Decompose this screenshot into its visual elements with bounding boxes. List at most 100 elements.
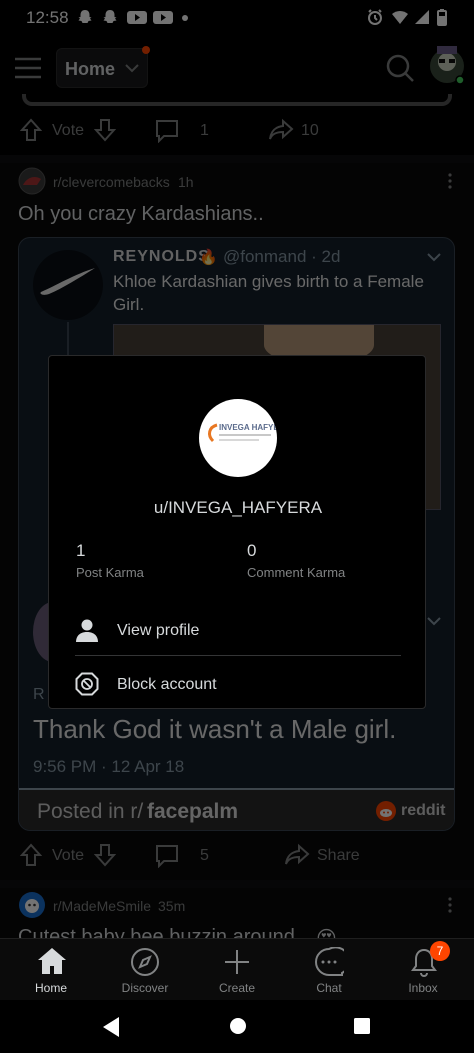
subreddit-name[interactable]: r/clevercomebacks xyxy=(53,174,170,190)
reply-timestamp: 9:56 PM · 12 Apr 18 xyxy=(33,757,185,776)
reply-text: Thank God it wasn't a Male girl. xyxy=(33,714,397,744)
comment-icon[interactable] xyxy=(155,844,179,868)
nav-create[interactable]: Create xyxy=(190,939,284,1001)
previous-post-media-edge xyxy=(22,94,452,106)
system-navigation-bar xyxy=(0,1000,474,1053)
battery-icon xyxy=(437,9,447,26)
nav-chat[interactable]: Chat xyxy=(282,939,376,1001)
nav-chat-label: Chat xyxy=(316,981,342,995)
tweet-handle: @fonmand · 2d xyxy=(223,247,341,266)
view-profile-button[interactable]: View profile xyxy=(69,608,409,654)
home-button-icon[interactable] xyxy=(228,1016,248,1036)
compass-icon xyxy=(131,948,159,976)
tweet-text: Khloe Kardashian gives birth to a Female… xyxy=(113,272,424,314)
upvote-icon[interactable] xyxy=(20,843,42,867)
heart-eyes-emoji-icon: 😍 xyxy=(316,926,337,938)
post-divider xyxy=(0,880,474,888)
status-bar: 12:58 xyxy=(0,0,474,36)
chevron-down-icon xyxy=(125,64,139,73)
view-profile-label: View profile xyxy=(117,622,200,639)
subreddit-avatar[interactable] xyxy=(18,167,46,195)
share-icon[interactable] xyxy=(284,843,310,867)
block-account-button[interactable]: Block account xyxy=(69,662,409,706)
more-options-icon[interactable] xyxy=(446,172,454,190)
snapchat-icon xyxy=(103,10,117,23)
posted-in-subreddit: facepalm xyxy=(147,800,239,823)
plus-icon xyxy=(225,950,249,974)
comment-count: 1 xyxy=(200,122,209,139)
reddit-brand-text: reddit xyxy=(401,802,446,819)
posted-in-prefix: Posted in r/ xyxy=(37,800,144,823)
youtube-icon xyxy=(127,11,147,24)
youtube-icon xyxy=(153,11,173,24)
reply-author-initial: R xyxy=(33,686,45,703)
comment-karma-label: Comment Karma xyxy=(247,565,346,580)
user-icon xyxy=(76,619,98,642)
post-age: 35m xyxy=(158,898,186,914)
inbox-badge: 7 xyxy=(430,941,450,961)
wifi-icon xyxy=(392,11,408,24)
avatar-brand-text: INVEGA HAFYERA xyxy=(219,423,277,432)
brand-mark-icon xyxy=(208,423,218,443)
posted-in-bar: Posted in r/ facepalm reddit xyxy=(19,790,454,830)
back-icon[interactable] xyxy=(101,1016,121,1038)
user-avatar[interactable] xyxy=(428,40,466,88)
avatar-text-line xyxy=(219,434,271,436)
comment-count: 5 xyxy=(200,847,209,864)
snapchat-icon xyxy=(78,10,92,23)
subreddit-name[interactable]: r/MadeMeSmile xyxy=(53,898,151,914)
notification-dot-icon xyxy=(182,15,188,21)
popup-user-avatar[interactable]: INVEGA HAFYERA xyxy=(199,399,277,477)
vote-label: Vote xyxy=(52,122,85,139)
menu-divider xyxy=(75,655,401,656)
share-count: 10 xyxy=(301,122,319,139)
notification-dot xyxy=(142,46,150,54)
comment-icon[interactable] xyxy=(155,119,179,143)
bottom-navigation: Home Discover Create Chat 7 Inbox xyxy=(0,938,474,1000)
next-post-card[interactable]: r/MadeMeSmile 35m Cutest baby bee buzzin… xyxy=(0,888,474,938)
feed-selector-label: Home xyxy=(65,59,116,79)
home-icon xyxy=(38,948,66,974)
nav-inbox[interactable]: 7 Inbox xyxy=(376,939,470,1001)
feed-selector-dropdown[interactable]: Home xyxy=(56,48,148,88)
block-icon xyxy=(75,672,99,696)
popup-username: u/INVEGA_HAFYERA xyxy=(153,498,323,517)
post-age: 1h xyxy=(178,174,194,190)
user-profile-popup: INVEGA HAFYERA u/INVEGA_HAFYERA 1 Post K… xyxy=(48,355,426,709)
signal-icon xyxy=(415,10,429,24)
downvote-icon[interactable] xyxy=(94,843,116,867)
search-icon[interactable] xyxy=(385,53,415,83)
chat-icon xyxy=(315,947,344,976)
post-karma-label: Post Karma xyxy=(76,565,144,580)
chevron-down-icon xyxy=(427,253,441,262)
nav-inbox-label: Inbox xyxy=(408,981,438,995)
post-divider xyxy=(0,155,474,163)
share-icon[interactable] xyxy=(268,118,294,142)
downvote-icon[interactable] xyxy=(94,118,116,142)
upvote-icon[interactable] xyxy=(20,118,42,142)
avatar-text-line xyxy=(219,439,259,441)
block-account-label: Block account xyxy=(117,676,217,693)
post-karma-value: 1 xyxy=(76,541,86,560)
alarm-icon xyxy=(368,9,382,25)
share-label[interactable]: Share xyxy=(317,847,360,865)
vote-label: Vote xyxy=(52,847,85,864)
reddit-logo-icon xyxy=(376,801,396,821)
post-title[interactable]: Oh you crazy Kardashians.. xyxy=(18,203,264,226)
chevron-down-icon xyxy=(427,617,441,626)
nav-discover-label: Discover xyxy=(121,981,169,995)
tweet-author-name: Reynolds xyxy=(113,248,210,265)
status-time: 12:58 xyxy=(26,8,69,27)
nike-logo-icon xyxy=(40,268,95,295)
nav-create-label: Create xyxy=(218,981,256,995)
menu-icon[interactable] xyxy=(14,56,42,80)
comment-karma-value: 0 xyxy=(247,541,257,560)
more-options-icon[interactable] xyxy=(446,896,454,914)
subreddit-avatar[interactable] xyxy=(18,891,46,919)
nav-home[interactable]: Home xyxy=(4,939,98,1001)
tweet-avatar xyxy=(33,250,103,320)
recents-icon[interactable] xyxy=(353,1017,371,1035)
nav-discover[interactable]: Discover xyxy=(98,939,192,1001)
post-title[interactable]: Cutest baby bee buzzin around xyxy=(18,926,295,938)
nav-home-label: Home xyxy=(34,981,67,995)
